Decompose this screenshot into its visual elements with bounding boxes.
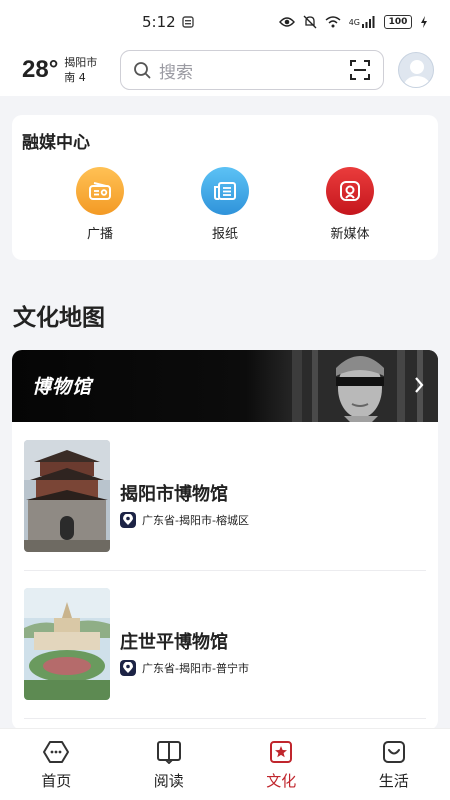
- new-media-icon: [326, 167, 374, 215]
- weather-wind: 南 4: [64, 71, 86, 84]
- media-item-new-media[interactable]: 新媒体: [315, 167, 385, 242]
- media-center-card: 融媒中心 广播 报纸 新媒体: [12, 115, 438, 260]
- weather-city: 揭阳市: [64, 56, 98, 69]
- media-item-radio[interactable]: 广播: [65, 167, 135, 242]
- signal-icon: [362, 16, 375, 28]
- avatar[interactable]: [398, 52, 434, 88]
- top-header: 28° 揭阳市 南 4 搜索: [0, 44, 450, 96]
- network-type: 4G: [348, 17, 360, 27]
- museum-location-text: 广东省-揭阳市-普宁市: [142, 662, 249, 675]
- museum-name: 揭阳市博物馆: [120, 484, 228, 505]
- tab-label: 文化: [266, 772, 297, 790]
- museum-location-text: 广东省-揭阳市-榕城区: [142, 514, 249, 527]
- book-icon: [129, 738, 209, 766]
- tab-label: 生活: [378, 772, 409, 790]
- tab-culture[interactable]: 文化: [241, 738, 321, 791]
- mute-icon: [303, 15, 317, 29]
- museum-banner-title: 博物馆: [32, 376, 93, 398]
- status-time: 5:12: [142, 13, 176, 31]
- eye-icon: [278, 17, 295, 27]
- culture-icon: [241, 738, 321, 766]
- culture-map-title: 文化地图: [13, 305, 105, 331]
- museum-list-item[interactable]: 揭阳市博物馆 广东省-揭阳市-榕城区: [24, 440, 426, 568]
- radio-icon: [76, 167, 124, 215]
- museum-location: 广东省-揭阳市-普宁市: [120, 660, 249, 676]
- search-placeholder: 搜索: [159, 62, 193, 83]
- museum-name: 庄世平博物馆: [120, 632, 228, 653]
- museum-banner[interactable]: 博物馆: [12, 350, 438, 422]
- museum-thumbnail-image: [24, 588, 110, 700]
- wifi-icon: [325, 16, 341, 28]
- battery-indicator: 100: [384, 15, 412, 29]
- museum-thumbnail-image: [24, 440, 110, 552]
- search-bar[interactable]: 搜索: [120, 50, 384, 90]
- tab-label: 阅读: [153, 772, 184, 790]
- tab-label: 首页: [41, 772, 72, 790]
- tab-read[interactable]: 阅读: [129, 738, 209, 791]
- newspaper-icon: [201, 167, 249, 215]
- temperature: 28°: [22, 56, 59, 83]
- tab-home[interactable]: 首页: [16, 738, 96, 791]
- gallery-notification-icon: [181, 16, 194, 28]
- media-item-label: 广播: [86, 227, 113, 242]
- charging-icon: [421, 16, 427, 28]
- status-bar: 5:12 4G 100: [0, 0, 450, 44]
- media-item-label: 新媒体: [330, 227, 370, 242]
- media-item-label: 报纸: [211, 227, 238, 242]
- chevron-right-icon: [415, 377, 424, 393]
- location-pin-icon: [120, 512, 136, 528]
- list-divider: [24, 718, 426, 719]
- home-icon: [16, 738, 96, 766]
- media-center-title: 融媒中心: [22, 133, 90, 153]
- museum-list-item[interactable]: 庄世平博物馆 广东省-揭阳市-普宁市: [24, 588, 426, 716]
- scan-icon[interactable]: [349, 59, 371, 81]
- location-pin-icon: [120, 660, 136, 676]
- search-icon: [134, 62, 151, 79]
- bottom-tab-bar: 首页 阅读 文化 生活: [0, 728, 450, 800]
- list-divider: [24, 570, 426, 571]
- tab-life[interactable]: 生活: [354, 738, 434, 791]
- museum-card: 博物馆 揭阳市博物馆 广东省-揭阳市-榕城区 庄世平博物馆 广东省-揭阳市-普宁…: [12, 350, 438, 730]
- media-item-newspaper[interactable]: 报纸: [190, 167, 260, 242]
- museum-location: 广东省-揭阳市-榕城区: [120, 512, 249, 528]
- life-icon: [354, 738, 434, 766]
- weather-widget[interactable]: 28° 揭阳市 南 4: [22, 55, 118, 85]
